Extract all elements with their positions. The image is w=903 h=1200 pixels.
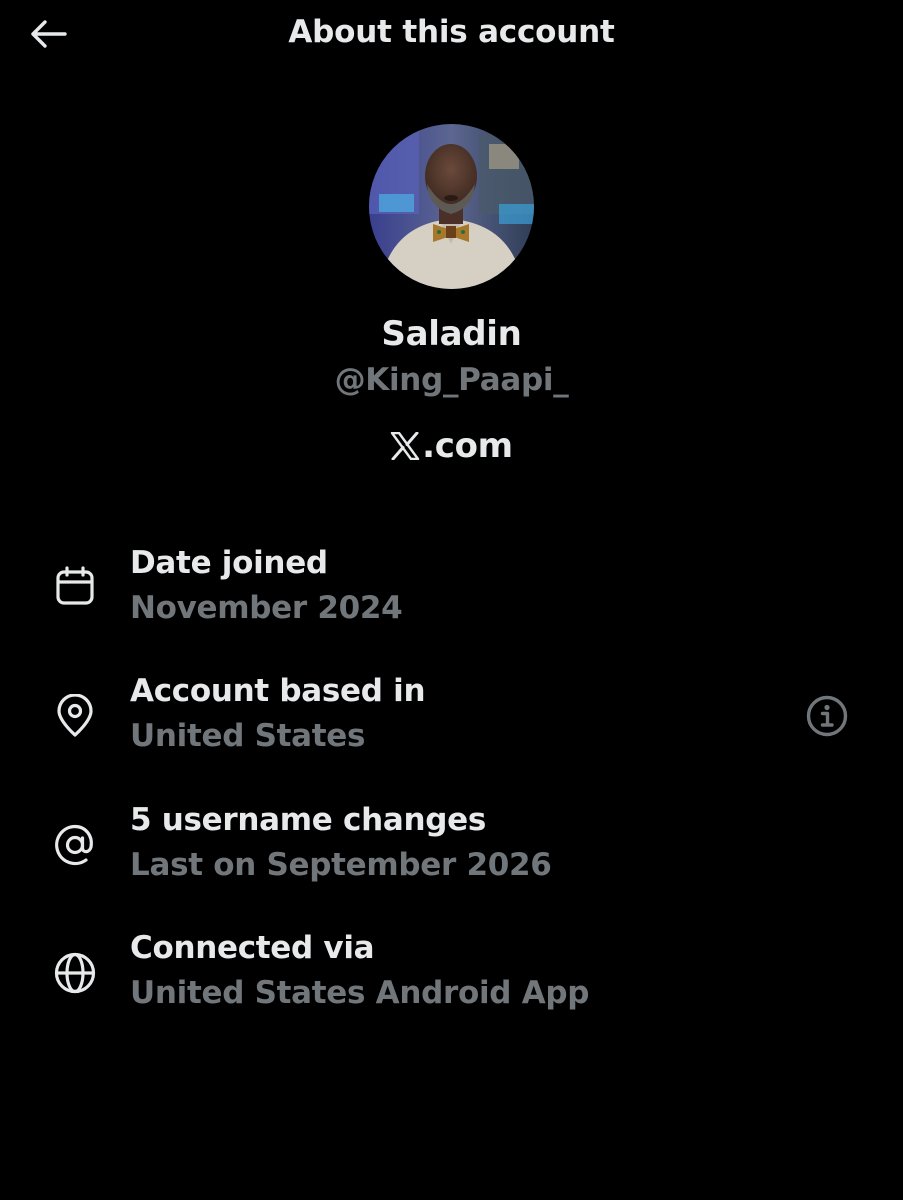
detail-account-location: Account based in United States xyxy=(0,673,903,773)
detail-label: Date joined xyxy=(130,545,328,581)
top-bar: About this account xyxy=(0,0,903,70)
detail-value: November 2024 xyxy=(130,590,403,626)
detail-label: 5 username changes xyxy=(130,802,487,838)
detail-label: Connected via xyxy=(130,930,375,966)
at-sign-icon xyxy=(52,822,98,868)
detail-value: United States xyxy=(130,718,366,754)
x-logo-icon xyxy=(390,432,420,460)
display-name: Saladin xyxy=(381,314,522,354)
location-info-button[interactable] xyxy=(804,693,850,739)
page-title: About this account xyxy=(288,14,615,50)
detail-label: Account based in xyxy=(130,673,426,709)
location-pin-icon xyxy=(52,693,98,739)
calendar-icon xyxy=(52,563,98,609)
detail-username-changes: 5 username changes Last on September 202… xyxy=(0,802,903,902)
avatar[interactable] xyxy=(369,124,534,289)
detail-connected-via: Connected via United States Android App xyxy=(0,930,903,1030)
site-domain: .com xyxy=(0,426,903,466)
detail-value: United States Android App xyxy=(130,975,590,1011)
globe-icon xyxy=(52,950,98,996)
detail-date-joined: Date joined November 2024 xyxy=(0,545,903,645)
site-domain-text: .com xyxy=(422,426,513,466)
profile-photo xyxy=(369,124,534,289)
info-circle-icon xyxy=(806,695,848,737)
detail-value: Last on September 2026 xyxy=(130,847,552,883)
username-handle: @King_Paapi_ xyxy=(334,362,569,398)
